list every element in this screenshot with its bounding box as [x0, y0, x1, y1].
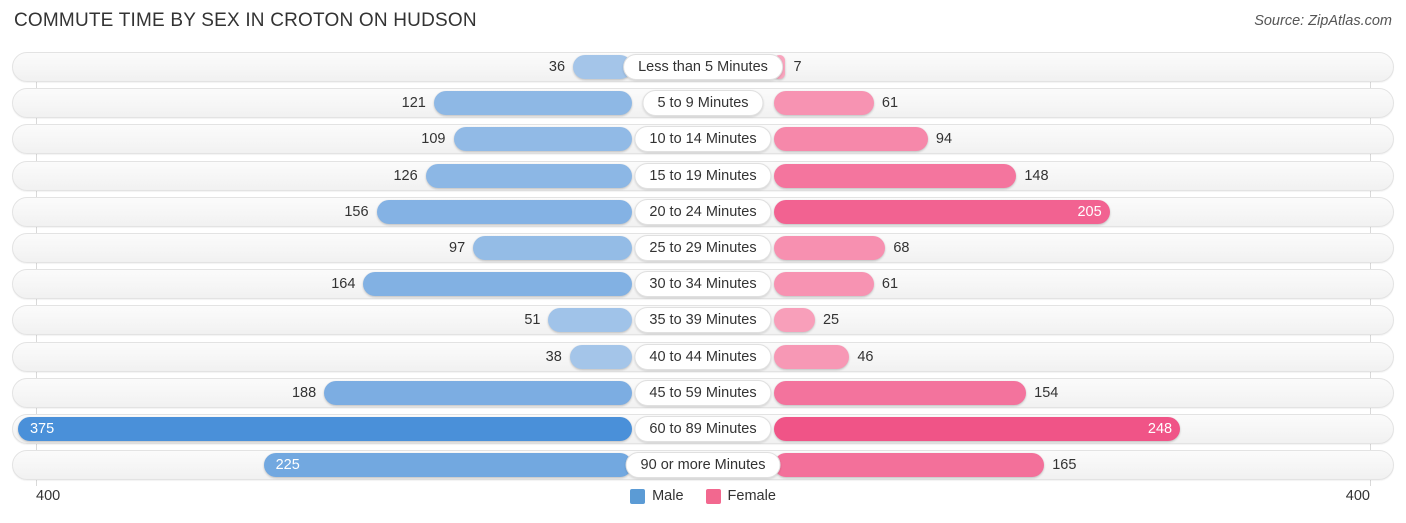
- bar-value-female: 7: [793, 59, 802, 75]
- bar-male[interactable]: [376, 199, 632, 224]
- category-label: 5 to 9 Minutes: [642, 90, 764, 117]
- bar-male[interactable]: [324, 380, 632, 405]
- bar-value-male: 121: [401, 95, 426, 112]
- bar-value-female: 165: [1052, 457, 1077, 474]
- legend-item[interactable]: Female: [705, 488, 776, 504]
- source-attribution: Source: ZipAtlas.com: [1254, 13, 1392, 29]
- bar-male[interactable]: [363, 272, 632, 297]
- category-label: 10 to 14 Minutes: [634, 126, 772, 153]
- category-label: 20 to 24 Minutes: [634, 198, 772, 225]
- bar-value-female: 248: [1147, 421, 1173, 437]
- bar-value-female: 148: [1024, 167, 1049, 184]
- category-label: 15 to 19 Minutes: [634, 162, 772, 189]
- bar-value-male: 38: [545, 348, 562, 365]
- chart-container: COMMUTE TIME BY SEX IN CROTON ON HUDSON …: [0, 0, 1406, 523]
- bar-female[interactable]: [774, 380, 1027, 405]
- bar-female[interactable]: [774, 344, 850, 369]
- category-label: 90 or more Minutes: [625, 452, 781, 479]
- bar-value-male: 375: [29, 421, 55, 437]
- bar-value-male: 225: [275, 457, 300, 474]
- bar-male[interactable]: [453, 127, 632, 152]
- bar-value-male: 156: [344, 203, 369, 220]
- bar-value-female: 25: [822, 312, 840, 329]
- bar-value-male: 51: [524, 312, 541, 329]
- bar-female[interactable]: [774, 453, 1045, 478]
- bar-value-male: 109: [421, 131, 446, 148]
- bar-value-male: 97: [449, 240, 466, 256]
- bar-value-male: 36: [548, 59, 566, 75]
- bar-value-female: 154: [1034, 384, 1059, 401]
- bar-male[interactable]: [425, 163, 632, 188]
- category-label: Less than 5 Minutes: [623, 54, 783, 80]
- bar-value-male: 188: [291, 384, 317, 401]
- category-label: 45 to 59 Minutes: [634, 379, 772, 406]
- legend-label: Male: [652, 488, 684, 504]
- bar-male[interactable]: [433, 91, 632, 116]
- bar-value-female: 46: [857, 348, 874, 365]
- chart-legend: Male Female: [0, 488, 1406, 504]
- bar-female[interactable]: [774, 236, 886, 260]
- bar-male[interactable]: [263, 453, 632, 478]
- bar-value-female: 61: [881, 95, 899, 112]
- legend-item[interactable]: Male: [630, 488, 684, 504]
- legend-label: Female: [727, 488, 776, 504]
- bar-value-female: 61: [881, 276, 899, 293]
- bar-value-female: 68: [893, 240, 910, 256]
- category-label: 40 to 44 Minutes: [634, 343, 772, 370]
- legend-swatch-icon: [630, 488, 646, 504]
- category-label: 25 to 29 Minutes: [634, 235, 772, 261]
- legend-swatch-icon: [705, 488, 721, 504]
- bar-female[interactable]: [774, 272, 874, 297]
- bar-value-male: 126: [393, 167, 418, 184]
- bar-male[interactable]: [473, 236, 632, 260]
- category-label: 60 to 89 Minutes: [634, 416, 772, 442]
- bar-female[interactable]: [774, 127, 928, 152]
- category-label: 35 to 39 Minutes: [634, 307, 772, 334]
- bar-male[interactable]: [548, 308, 632, 333]
- plot-area: 36 7 Less than 5 Minutes 121 61 5 to 9 Minute…: [12, 52, 1394, 486]
- page-title: COMMUTE TIME BY SEX IN CROTON ON HUDSON: [14, 10, 477, 31]
- bar-value-male: 164: [331, 276, 356, 293]
- bar-male[interactable]: [17, 417, 632, 441]
- bar-female[interactable]: [774, 308, 815, 333]
- bar-value-female: 205: [1077, 203, 1102, 220]
- category-label: 30 to 34 Minutes: [634, 271, 772, 298]
- bar-female[interactable]: [774, 163, 1017, 188]
- bar-female[interactable]: [774, 91, 874, 116]
- bar-female[interactable]: [774, 199, 1110, 224]
- bar-male[interactable]: [569, 344, 632, 369]
- bar-value-female: 94: [935, 131, 953, 148]
- bar-female[interactable]: [774, 417, 1181, 441]
